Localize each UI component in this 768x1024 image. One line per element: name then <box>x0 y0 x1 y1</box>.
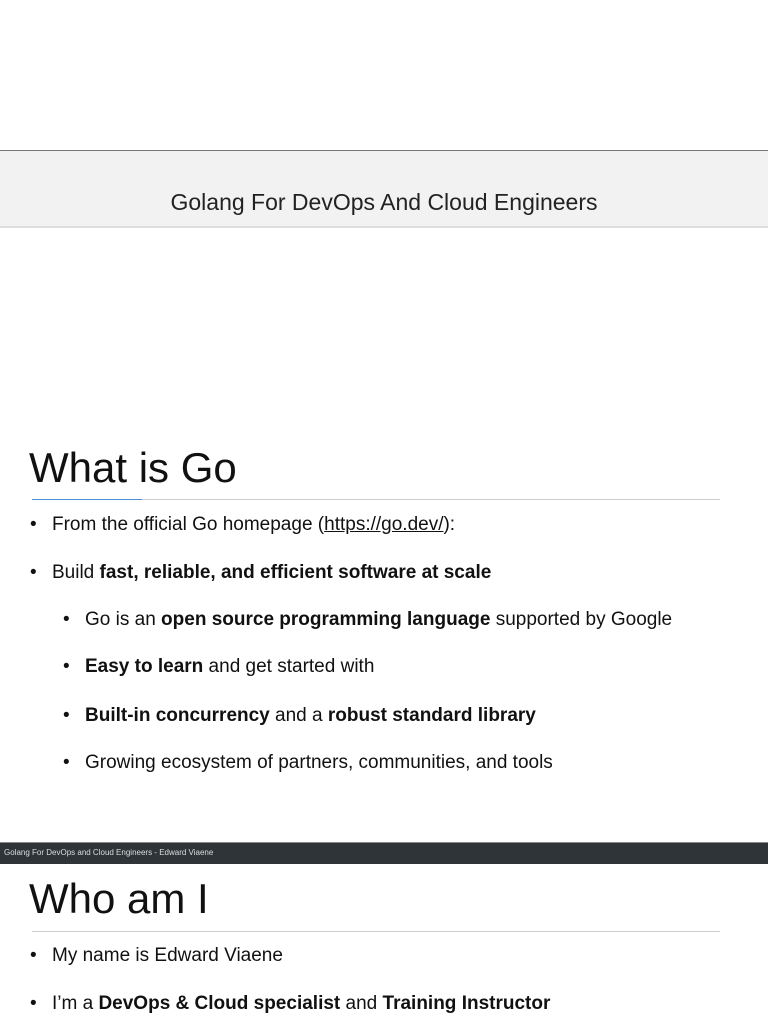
deck-title: Golang For DevOps And Cloud Engineers <box>170 189 598 215</box>
footer-text: Golang For DevOps and Cloud Engineers - … <box>4 848 214 857</box>
go-dev-link[interactable]: https://go.dev/ <box>324 514 443 535</box>
bullet-concurrency: Built-in concurrency and a robust standa… <box>63 705 536 727</box>
bullet-name: My name is Edward Viaene <box>30 945 283 967</box>
slide-title-what-is-go: What is Go <box>29 444 237 491</box>
title-divider <box>32 499 720 500</box>
bullet-role: I’m a DevOps & Cloud specialist and Trai… <box>30 993 550 1015</box>
bullet-open-source: Go is an open source programming languag… <box>63 609 672 631</box>
bullet-easy: Easy to learn and get started with <box>63 656 374 678</box>
bullet-ecosystem: Growing ecosystem of partners, communiti… <box>63 752 553 774</box>
title-divider <box>32 931 720 932</box>
bullet-homepage: From the official Go homepage (https://g… <box>30 514 455 536</box>
slide-title-who-am-i: Who am I <box>29 875 209 922</box>
deck-header: Golang For DevOps And Cloud Engineers <box>0 150 768 228</box>
bullet-build: Build fast, reliable, and efficient soft… <box>30 562 491 584</box>
slide-footer: Golang For DevOps and Cloud Engineers - … <box>0 842 768 864</box>
